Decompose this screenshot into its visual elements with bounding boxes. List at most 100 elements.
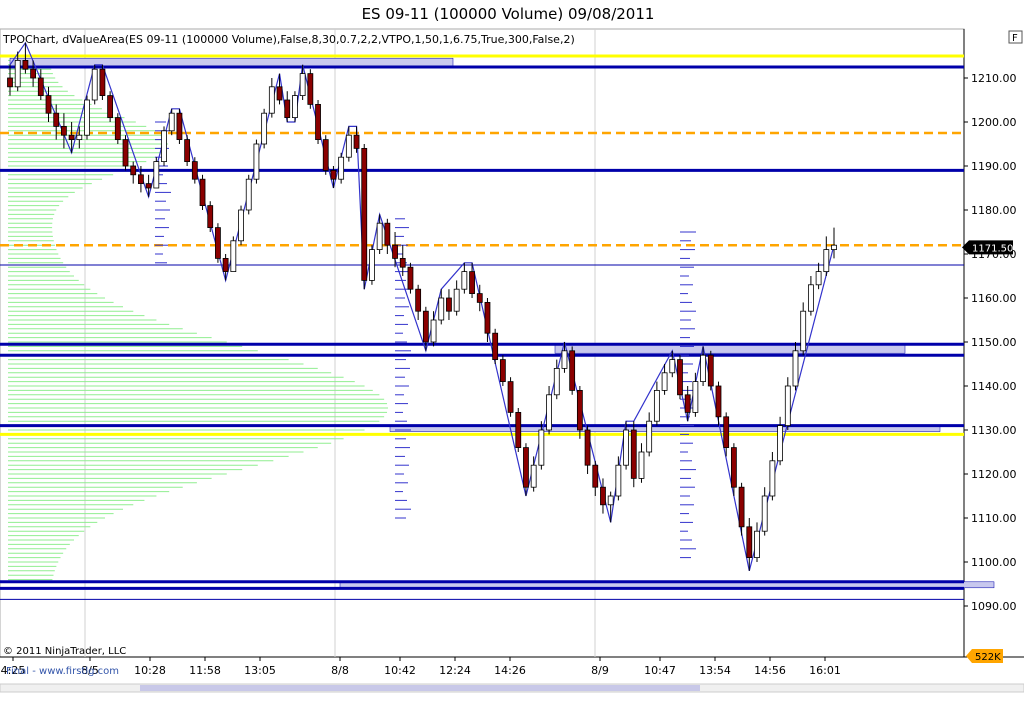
candle-body — [399, 257, 406, 268]
x-tick-label: 10:28 — [134, 664, 166, 677]
candle-body — [253, 143, 260, 180]
candle-body — [153, 161, 160, 189]
x-tick-label: 14:26 — [494, 664, 526, 677]
candle-body — [114, 117, 121, 140]
candle-body — [476, 293, 483, 303]
chart-window: ES 09-11 (100000 Volume) 09/08/2011 1210… — [0, 0, 1024, 703]
candle-body — [653, 389, 660, 422]
candle-body — [307, 73, 314, 105]
candle-body — [492, 332, 499, 361]
candle-body — [592, 464, 599, 488]
x-tick-label: 12:24 — [439, 664, 471, 677]
candle-body — [438, 297, 445, 321]
value-area-box — [9, 57, 454, 67]
candle-body — [376, 222, 383, 250]
candle-body — [84, 99, 90, 136]
indicator-label: TPOChart, dValueArea(ES 09-11 (100000 Vo… — [2, 33, 575, 46]
candle-body — [807, 284, 814, 312]
candle-body — [546, 394, 552, 431]
horizontal-scrollbar[interactable] — [0, 683, 1024, 693]
candle-body — [353, 134, 360, 149]
candle-body — [407, 266, 414, 290]
volume-marker-label: 522K — [975, 652, 1001, 663]
candle-body — [384, 222, 391, 246]
price-chart: ES 09-11 (100000 Volume) 09/08/2011 1210… — [0, 0, 1024, 703]
watermark-link[interactable]: Final - www.firstlg.com — [6, 666, 119, 677]
y-tick-label: 1180.00 — [971, 204, 1017, 217]
candle-body — [600, 486, 606, 506]
candle-body — [145, 183, 152, 189]
x-tick-label: 8/8 — [331, 664, 349, 677]
scrollbar-thumb[interactable] — [140, 685, 700, 691]
candle-body — [715, 385, 722, 418]
candle-body — [369, 249, 375, 281]
candle-body — [630, 429, 637, 479]
candle-body — [68, 134, 75, 140]
candle-body — [638, 451, 645, 479]
y-tick-label: 1190.00 — [971, 160, 1017, 173]
candle-body — [415, 288, 422, 312]
candle-body — [646, 420, 653, 453]
candle-body — [761, 495, 768, 532]
x-tick-label: 11:58 — [189, 664, 221, 677]
y-tick-label: 1110.00 — [971, 512, 1017, 525]
candle-body — [345, 134, 352, 158]
candle-body — [184, 139, 191, 163]
candle-body — [299, 73, 306, 96]
candle-body — [623, 429, 629, 466]
x-tick-label: 13:05 — [244, 664, 276, 677]
candle-body — [754, 530, 760, 559]
candle-body — [238, 209, 244, 242]
y-tick-label: 1160.00 — [971, 292, 1017, 305]
chart-title: ES 09-11 (100000 Volume) 09/08/2011 — [362, 5, 655, 23]
candle-body — [584, 429, 591, 466]
candle-body — [215, 227, 221, 259]
y-tick-label: 1150.00 — [971, 336, 1017, 349]
candle-body — [453, 288, 460, 312]
candle-body — [446, 297, 452, 312]
candle-body — [122, 139, 129, 167]
x-tick-label: 13:54 — [699, 664, 731, 677]
copyright-text: © 2011 NinjaTrader, LLC — [3, 646, 126, 657]
candle-body — [553, 367, 560, 396]
x-tick-label: 10:47 — [644, 664, 676, 677]
candle-body — [484, 301, 491, 334]
candle-body — [107, 95, 114, 118]
candle-body — [207, 205, 214, 229]
candle-body — [576, 389, 583, 431]
candle-body — [338, 156, 345, 180]
candle-body — [138, 174, 144, 185]
y-tick-label: 1140.00 — [971, 380, 1017, 393]
last-price-label: 1171.50 — [972, 243, 1013, 254]
candle-body — [245, 178, 252, 211]
candle-body — [823, 249, 830, 273]
y-tick-label: 1120.00 — [971, 468, 1017, 481]
y-tick-label: 1090.00 — [971, 600, 1017, 613]
candle-body — [91, 68, 98, 101]
candle-body — [37, 77, 44, 97]
x-tick-label: 16:01 — [809, 664, 841, 677]
panel-button[interactable]: F — [1008, 30, 1023, 44]
candle-body — [330, 169, 337, 180]
candle-body — [746, 526, 753, 558]
candle-body — [261, 112, 268, 145]
candle-body — [322, 139, 329, 171]
candle-body — [530, 464, 537, 488]
candle-body — [176, 112, 183, 140]
candle-body — [800, 310, 807, 352]
candle-body — [315, 104, 321, 141]
candle-body — [730, 447, 737, 488]
candle-body — [461, 271, 468, 290]
candle-body — [723, 416, 730, 448]
candle-body — [738, 486, 745, 528]
candle-body — [707, 354, 714, 387]
candle-body — [99, 68, 106, 96]
candle-body — [507, 381, 514, 413]
x-tick-label: 10:42 — [384, 664, 416, 677]
candle-body — [700, 354, 706, 383]
candle-body — [661, 372, 668, 391]
candle-body — [22, 60, 29, 70]
candle-body — [161, 130, 167, 163]
candle-body — [677, 359, 683, 396]
candle-body — [130, 165, 137, 176]
